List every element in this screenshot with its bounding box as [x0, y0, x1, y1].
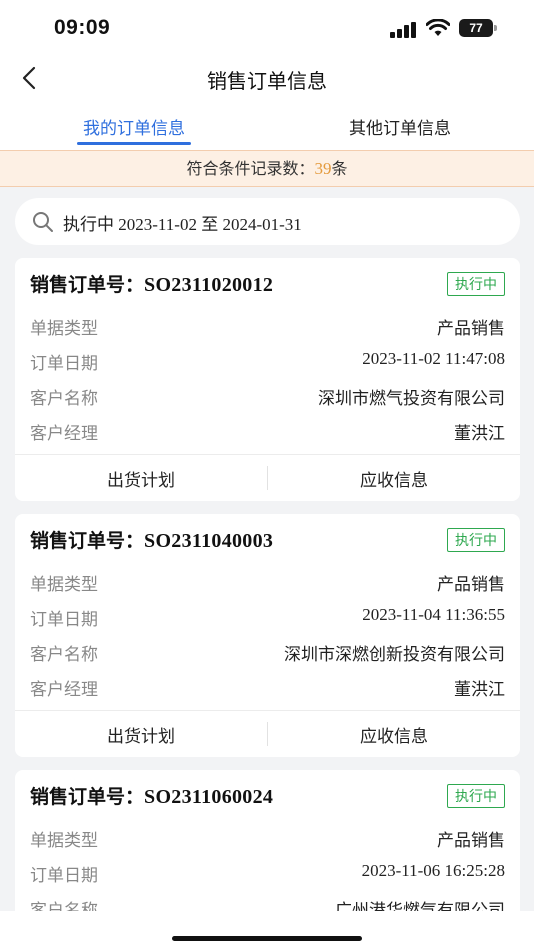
field-label: 订单日期	[30, 866, 98, 886]
shipment-plan-button[interactable]: 出货计划	[15, 466, 267, 491]
field-value: 董洪江	[454, 680, 505, 700]
order-number-value: SO2311020012	[144, 274, 274, 296]
order-card[interactable]: 销售订单号：SO2311060024 执行中 单据类型 产品销售 订单日期 20…	[15, 770, 520, 911]
order-number-value: SO2311040003	[144, 530, 274, 552]
shipment-plan-button[interactable]: 出货计划	[15, 722, 267, 747]
order-card[interactable]: 销售订单号：SO2311020012 执行中 单据类型 产品销售 订单日期 20…	[15, 258, 520, 501]
battery-icon: 77	[459, 19, 497, 37]
field-value: 2023-11-06 16:25:28	[361, 861, 505, 880]
signal-icon	[390, 22, 416, 38]
field-label: 客户名称	[30, 389, 98, 409]
order-number: 销售订单号：SO2311060024	[30, 782, 273, 809]
search-icon	[33, 212, 53, 232]
order-number-label: 销售订单号：	[30, 274, 145, 296]
status-bar: 09:09 77	[0, 0, 534, 56]
field-row: 客户名称 深圳市燃气投资有限公司	[30, 384, 505, 409]
order-number: 销售订单号：SO2311040003	[30, 526, 273, 553]
receivables-button[interactable]: 应收信息	[268, 466, 520, 491]
field-value: 深圳市燃气投资有限公司	[318, 389, 505, 409]
record-count-prefix: 符合条件记录数：	[186, 159, 315, 178]
record-count-bar: 符合条件记录数：39条	[0, 150, 534, 187]
page-title: 销售订单信息	[207, 69, 327, 93]
field-value: 2023-11-02 11:47:08	[362, 349, 505, 368]
status-time: 09:09	[54, 16, 111, 39]
field-row: 客户经理 董洪江	[30, 675, 505, 700]
search-bar[interactable]: 执行中 2023-11-02 至 2024-01-31	[15, 198, 520, 245]
field-row: 客户名称 广州港华燃气有限公司	[30, 896, 505, 911]
field-label: 单据类型	[30, 575, 98, 595]
field-value: 产品销售	[437, 831, 505, 851]
field-row: 订单日期 2023-11-02 11:47:08	[30, 349, 505, 374]
order-number-label: 销售订单号：	[30, 530, 145, 552]
tab-active-indicator	[77, 142, 191, 145]
field-row: 订单日期 2023-11-06 16:25:28	[30, 861, 505, 886]
field-label: 客户经理	[30, 424, 98, 444]
status-badge: 执行中	[447, 784, 505, 808]
field-value: 深圳市深燃创新投资有限公司	[284, 645, 505, 665]
field-row: 单据类型 产品销售	[30, 314, 505, 339]
battery-level: 77	[459, 19, 493, 37]
record-count-value: 39	[314, 159, 332, 178]
field-value: 董洪江	[454, 424, 505, 444]
status-badge: 执行中	[447, 272, 505, 296]
wifi-icon	[426, 19, 450, 36]
home-indicator[interactable]	[172, 936, 362, 941]
order-number: 销售订单号：SO2311020012	[30, 270, 273, 297]
field-row: 订单日期 2023-11-04 11:36:55	[30, 605, 505, 630]
nav-bar: 销售订单信息	[0, 56, 534, 100]
field-label: 客户经理	[30, 680, 98, 700]
field-label: 客户名称	[30, 645, 98, 665]
field-row: 客户名称 深圳市深燃创新投资有限公司	[30, 640, 505, 665]
field-label: 订单日期	[30, 610, 98, 630]
field-label: 订单日期	[30, 354, 98, 374]
field-value: 广州港华燃气有限公司	[335, 901, 505, 911]
tab-bar: 我的订单信息 其他订单信息	[0, 100, 534, 150]
field-label: 客户名称	[30, 901, 98, 911]
field-label: 单据类型	[30, 319, 98, 339]
order-number-label: 销售订单号：	[30, 786, 145, 808]
tab-my-orders[interactable]: 我的订单信息	[34, 114, 234, 139]
receivables-button[interactable]: 应收信息	[268, 722, 520, 747]
field-row: 单据类型 产品销售	[30, 826, 505, 851]
record-count-suffix: 条	[331, 159, 348, 178]
field-label: 单据类型	[30, 831, 98, 851]
status-badge: 执行中	[447, 528, 505, 552]
order-card[interactable]: 销售订单号：SO2311040003 执行中 单据类型 产品销售 订单日期 20…	[15, 514, 520, 757]
field-value: 2023-11-04 11:36:55	[362, 605, 505, 624]
divider	[15, 454, 520, 455]
home-indicator-area	[0, 911, 534, 950]
field-value: 产品销售	[437, 319, 505, 339]
field-row: 单据类型 产品销售	[30, 570, 505, 595]
field-value: 产品销售	[437, 575, 505, 595]
field-row: 客户经理 董洪江	[30, 419, 505, 444]
search-filter-text: 执行中 2023-11-02 至 2024-01-31	[63, 215, 302, 234]
order-number-value: SO2311060024	[144, 786, 274, 808]
tab-other-orders[interactable]: 其他订单信息	[300, 114, 500, 139]
divider	[15, 710, 520, 711]
